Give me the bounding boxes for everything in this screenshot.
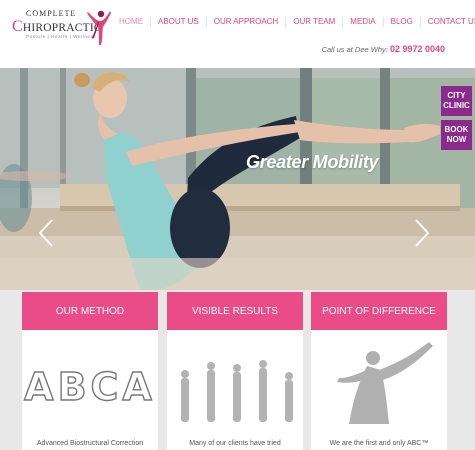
- feature-text: Many of our clients have tried: [189, 440, 281, 447]
- posture-silhouettes-icon: [181, 360, 293, 422]
- nav-our-approach[interactable]: OUR APPROACH: [205, 17, 285, 27]
- main-nav: HOME ABOUT US OUR APPROACH OUR TEAM MEDI…: [112, 16, 475, 28]
- nav-contact-us[interactable]: CONTACT US: [419, 17, 475, 27]
- call-us: Call us at Dee Why: 02 9972 0040: [322, 44, 445, 54]
- site-header: COMPLETE CHIROPRACTIC Posture | Health |…: [0, 0, 475, 68]
- phone-link[interactable]: 02 9972 0040: [390, 44, 445, 54]
- feature-title: POINT OF DIFFERENCE: [311, 292, 447, 330]
- nav-about-us[interactable]: ABOUT US: [150, 17, 206, 27]
- call-us-text: Call us at Dee Why:: [321, 45, 388, 54]
- hero-slider: Greater Mobility: [0, 68, 475, 290]
- person-stretch-icon: [337, 342, 433, 424]
- hero-caption: Greater Mobility: [246, 152, 379, 172]
- chevron-left-icon[interactable]: [38, 218, 54, 248]
- feature-title: VISIBLE RESULTS: [167, 292, 303, 330]
- city-clinic-tab[interactable]: CITY CLINIC: [441, 86, 472, 116]
- feature-text: Advanced Biostructural Correction: [36, 440, 144, 447]
- nav-media[interactable]: MEDIA: [342, 17, 382, 27]
- feature-title: OUR METHOD: [22, 292, 158, 330]
- feature-text: We are the first and only ABC™: [329, 440, 429, 447]
- logo-figure-icon: [87, 10, 111, 45]
- abca-logo-icon: ABCA: [23, 364, 156, 409]
- nav-home[interactable]: HOME: [112, 17, 150, 27]
- nav-our-team[interactable]: OUR TEAM: [285, 17, 342, 27]
- site-logo[interactable]: COMPLETE CHIROPRACTIC Posture | Health |…: [10, 8, 111, 48]
- city-clinic-line1: CITY: [447, 91, 466, 100]
- features-section: OUR METHOD ABCA Advanced Biostructural C…: [0, 290, 475, 450]
- feature-card-our-method[interactable]: OUR METHOD ABCA Advanced Biostructural C…: [22, 292, 158, 450]
- book-now-tab[interactable]: BOOK NOW: [441, 120, 472, 150]
- book-now-line2: NOW: [446, 135, 467, 144]
- feature-card-point-of-difference[interactable]: POINT OF DIFFERENCE We are the first and…: [311, 292, 447, 450]
- abca-logo-text: ABCA: [24, 365, 156, 409]
- nav-blog[interactable]: BLOG: [382, 17, 420, 27]
- city-clinic-line2: CLINIC: [443, 101, 470, 110]
- book-now-line1: BOOK: [444, 125, 469, 134]
- feature-card-visible-results[interactable]: VISIBLE RESULTS Many of our clients have…: [167, 292, 303, 450]
- chevron-right-icon[interactable]: [414, 218, 430, 248]
- hero-image: [0, 68, 475, 290]
- logo-initial: C: [12, 18, 23, 35]
- logo-line-complete: COMPLETE: [26, 9, 77, 18]
